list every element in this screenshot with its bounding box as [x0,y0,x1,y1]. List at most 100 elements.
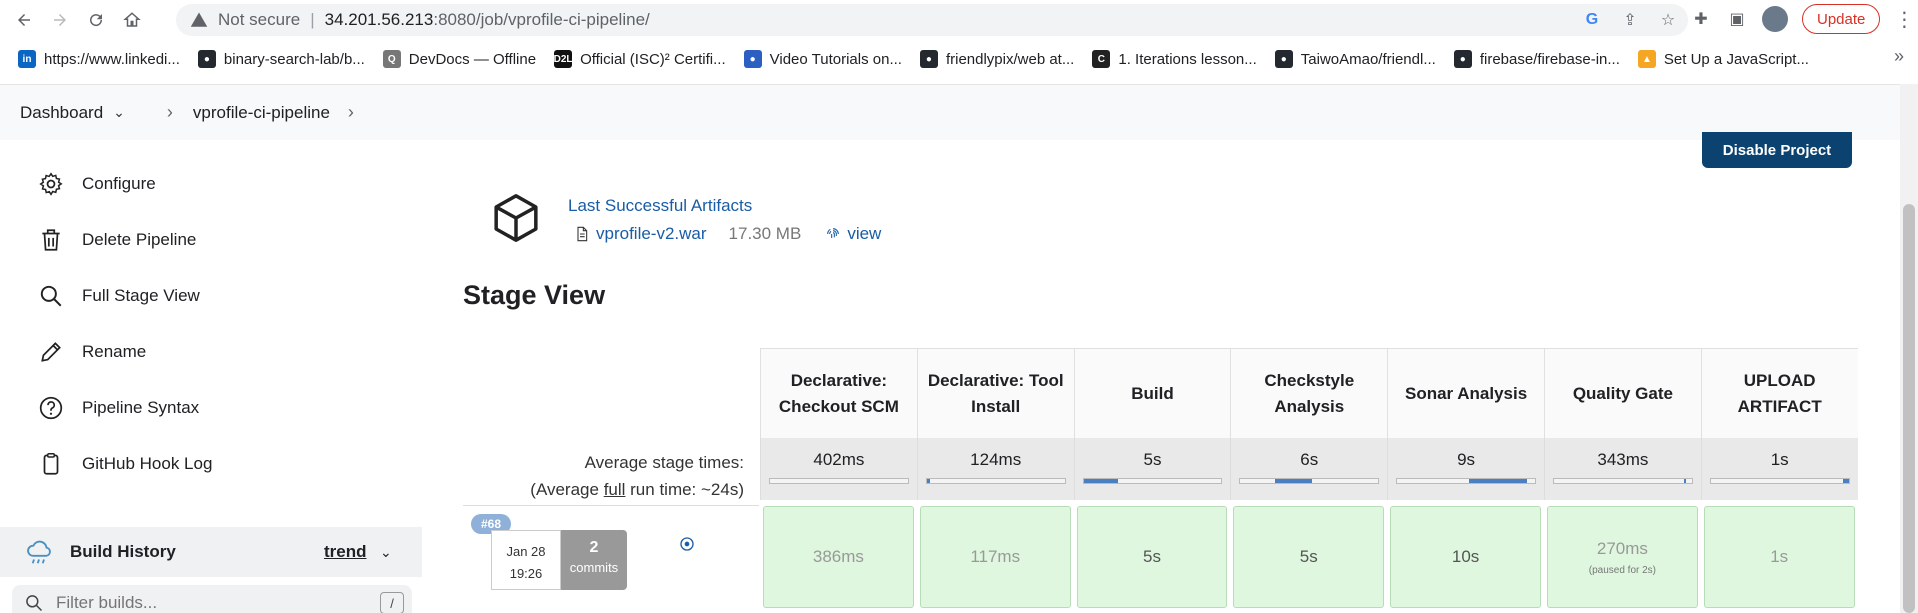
stage-cell-body[interactable]: 5s [1233,506,1385,608]
avatar[interactable] [1762,6,1788,32]
search-icon [40,285,62,307]
stage-average: 124ms [916,438,1074,500]
sidebar-item-label: Configure [82,174,156,193]
sidebar-item-delete-pipeline[interactable]: Delete Pipeline [38,227,196,253]
last-successful-artifacts-link[interactable]: Last Successful Artifacts [568,196,752,216]
stage-header: Declarative: Tool Install [916,348,1074,438]
scrollbar[interactable] [1900,84,1918,613]
bookmark-label: Video Tutorials on... [769,50,902,68]
stage-cell-body[interactable]: 10s [1390,506,1541,608]
artifact-size: 17.30 MB [728,224,802,243]
run-68-row[interactable]: #68 Jan 28 19:26 2 commits [463,505,759,613]
sidebar-item-pipeline-syntax[interactable]: Pipeline Syntax [38,395,199,421]
bookmark-item[interactable]: Q DevDocs — Offline [382,50,536,68]
bookmark-label: firebase/firebase-in... [1479,50,1620,68]
url-path: :8080/job/vprofile-ci-pipeline/ [433,10,650,29]
stage-header: Declarative: Checkout SCM [760,348,917,438]
stage-progress-fill [1274,479,1313,483]
breadcrumb-job[interactable]: vprofile-ci-pipeline [193,103,330,123]
home-button[interactable] [114,2,150,38]
stage-cell[interactable]: 117ms [917,504,1074,613]
stage-cell[interactable]: 1s [1701,504,1858,613]
bookmark-item[interactable]: ● TaiwoAmao/friendl... [1274,50,1436,68]
sidebar-item-label: Rename [82,342,147,361]
sidebar-item-full-stage-view[interactable]: Full Stage View [38,283,200,309]
bookmark-item[interactable]: C 1. Iterations lesson... [1092,50,1257,68]
stage-progress-bar [769,478,909,484]
stage-cell[interactable]: 270ms (paused for 2s) [1544,504,1701,613]
stage-header: Quality Gate [1543,348,1701,438]
bookmark-item[interactable]: in https://www.linkedi... [18,50,180,68]
trend-link[interactable]: trend [324,542,367,562]
bookmark-item[interactable]: ● firebase/firebase-in... [1453,50,1620,68]
stage-progress-fill [1468,479,1527,483]
stage-progress-fill [1683,479,1687,483]
scrollbar-thumb[interactable] [1903,204,1915,613]
stage-cell-body[interactable]: 117ms [919,506,1071,608]
stage-average: 9s [1387,438,1544,500]
breadcrumb-dashboard[interactable]: Dashboard ⌄ [20,103,125,123]
back-button[interactable] [6,2,42,38]
stage-average: 343ms [1543,438,1701,500]
bookmark-label: Official (ISC)² Certifi... [580,50,726,68]
file-icon [577,226,588,242]
bookmark-item[interactable]: ● friendlypix/web at... [919,50,1074,68]
disable-project-button[interactable]: Disable Project [1702,132,1852,168]
forward-button[interactable] [42,2,78,38]
stage-view-table: Declarative: Checkout SCM Declarative: To… [760,348,1858,613]
stage-view-title: Stage View [463,280,606,310]
star-icon[interactable]: ☆ [1658,10,1678,30]
stage-cell[interactable]: 10s [1387,504,1544,613]
filter-builds-input[interactable] [56,593,356,613]
bookmark-label: 1. Iterations lesson... [1118,50,1257,68]
more-bookmarks-icon[interactable]: » [1894,46,1904,67]
stage-progress-bar [1396,478,1536,484]
bookmark-item[interactable]: ▲ Set Up a JavaScript... [1637,50,1809,68]
sidebar-item-configure[interactable]: Configure [38,171,156,197]
share-icon[interactable]: ⇪ [1620,10,1640,30]
chevron-right-icon[interactable]: › [348,102,354,123]
stage-cell-body[interactable]: 1s [1703,506,1855,608]
stage-cell-body[interactable]: 270ms (paused for 2s) [1546,506,1698,608]
commits-badge[interactable]: 2 commits [561,530,627,590]
help-icon [39,396,63,420]
sidebar-item-rename[interactable]: Rename [38,339,146,365]
stage-cell[interactable]: 5s [1230,504,1387,613]
bookmark-label: Set Up a JavaScript... [1663,50,1809,68]
shortcut-hint: / [380,592,404,613]
menu-icon[interactable]: ⋮ [1894,7,1914,32]
reload-button[interactable] [78,2,114,38]
stage-cell-body[interactable]: 386ms [763,506,914,608]
url-host: 34.201.56.213 [324,10,434,29]
stage-header: UPLOAD ARTIFACT [1700,348,1858,438]
tutorial-icon: ● [743,50,762,68]
stage-average: 1s [1700,438,1858,500]
bookmark-item[interactable]: ● binary-search-lab/b... [197,50,365,68]
stage-cell-body[interactable]: 5s [1076,506,1228,608]
bookmark-item[interactable]: ● Video Tutorials on... [743,50,902,68]
warning-icon [190,12,208,27]
bookmark-label: TaiwoAmao/friendl... [1300,50,1436,68]
filter-builds-field[interactable]: / [12,585,412,613]
average-stage-times-label: Average stage times: (Average full run t… [530,453,744,499]
sidepanel-icon[interactable]: ▣ [1726,8,1748,30]
address-bar[interactable]: Not secure | 34.201.56.213:8080/job/vpro… [176,4,1688,36]
chevron-down-icon[interactable]: ⌄ [380,544,392,561]
stage-cell[interactable]: 5s [1074,504,1231,613]
artifact-file-link[interactable]: vprofile-v2.war [596,224,707,244]
github-icon: ● [919,50,938,68]
linkedin-icon: in [18,50,36,68]
sidebar-item-github-hook-log[interactable]: GitHub Hook Log [38,451,212,477]
google-icon[interactable]: G [1582,10,1602,30]
update-button[interactable]: Update [1802,4,1881,34]
not-secure-label: Not secure [218,10,301,29]
bookmark-item[interactable]: D2L Official (ISC)² Certifi... [554,50,726,68]
github-icon: ● [1453,50,1472,68]
extensions-icon[interactable]: ✚ [1690,8,1712,30]
chevron-down-icon[interactable]: ⌄ [113,104,125,121]
pause-icon[interactable] [679,536,695,552]
github-icon: ● [1274,50,1293,68]
stage-cell[interactable]: 386ms [760,504,917,613]
fingerprint-view-link[interactable]: view [847,224,881,244]
stage-average: 6s [1230,438,1388,500]
